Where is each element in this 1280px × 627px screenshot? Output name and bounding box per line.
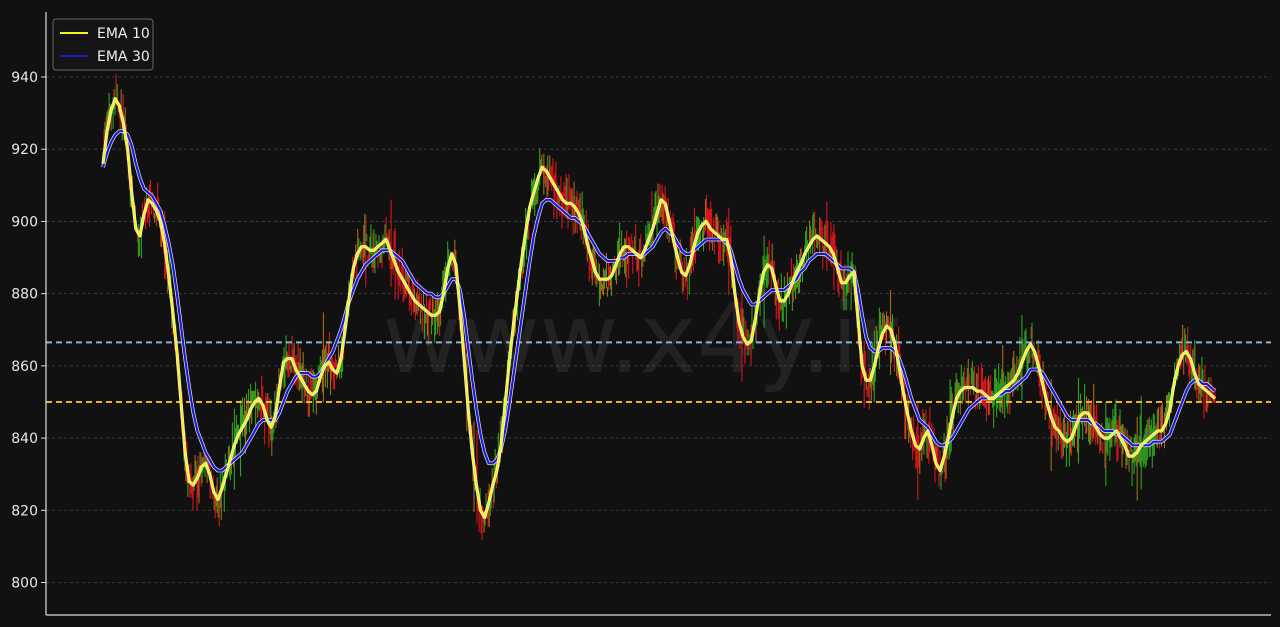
y-tick-label-940: 940 bbox=[11, 70, 38, 86]
y-tick-label-800: 800 bbox=[11, 576, 38, 592]
legend-label-ema-30: EMA 30 bbox=[97, 49, 150, 65]
y-tick-label-920: 920 bbox=[11, 142, 38, 158]
y-tick-label-860: 860 bbox=[11, 359, 38, 375]
legend-label-ema-10: EMA 10 bbox=[97, 26, 150, 42]
price-chart: www.x4y.ir 800820840860880900920940 EMA … bbox=[11, 12, 1271, 616]
y-tick-label-880: 880 bbox=[11, 287, 38, 303]
chart-container: www.x4y.ir 800 820 840 860 880 900 920 940 EMA … bbox=[0, 0, 1280, 627]
y-tick-label-820: 820 bbox=[11, 503, 38, 519]
y-tick-label-900: 900 bbox=[11, 214, 38, 230]
legend: EMA 10 EMA 30 bbox=[52, 18, 154, 71]
y-tick-label-840: 840 bbox=[11, 431, 38, 447]
